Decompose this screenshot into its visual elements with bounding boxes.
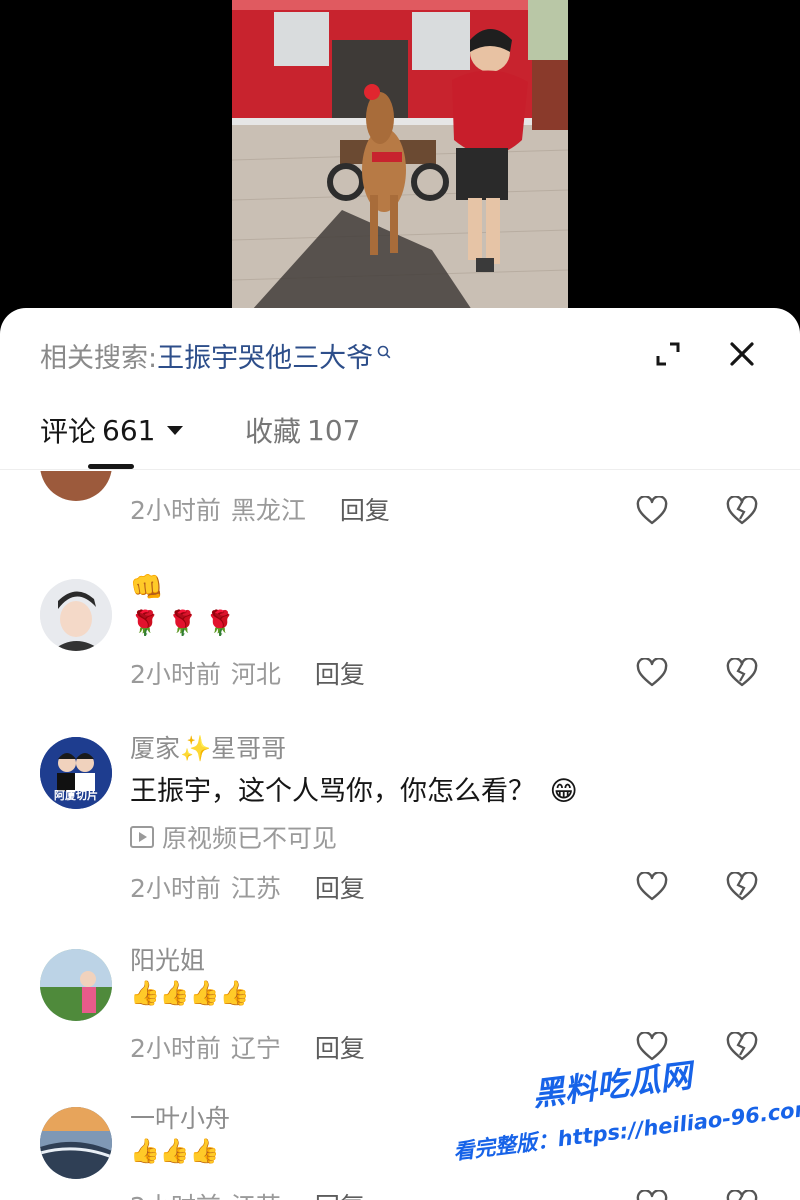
reply-button[interactable]: 回复 — [315, 655, 365, 691]
dislike-button[interactable] — [722, 653, 762, 693]
comment-location: 辽宁 — [230, 1034, 281, 1063]
related-search-query[interactable]: 王振宇哭他三大爷 — [157, 336, 373, 375]
tab-active-indicator — [88, 464, 134, 469]
comment-sheet: 相关搜索: 王振宇哭他三大爷 评论 661 收藏 107 2小时前 黑龙江 回复… — [0, 308, 800, 1200]
comment-time: 2小时前 — [130, 1187, 221, 1200]
tab-comments-count: 661 — [102, 413, 156, 447]
dislike-button[interactable] — [722, 1027, 762, 1067]
heart-icon — [636, 872, 668, 901]
comment-location: 江苏 — [230, 874, 281, 903]
like-button[interactable] — [632, 1185, 672, 1200]
comment-item: 👊 🌹 🌹 🌹 2小时前 河北 回复 — [0, 571, 800, 721]
sparkle-icon: ✨ — [180, 734, 212, 763]
comment-text: 王振宇，这个人骂你，你怎么看？ 😁 — [130, 769, 578, 808]
comment-meta: 2小时前 河北 回复 — [130, 655, 365, 691]
tab-comments-label: 评论 — [40, 415, 97, 448]
tab-favorites[interactable]: 收藏 107 — [245, 410, 360, 450]
comment-item: 一叶小舟 👍👍👍 2小时前 江苏 回复 — [0, 1099, 800, 1200]
comment-meta: 2小时前 江苏 回复 — [130, 869, 365, 905]
comment-username: 厦家✨星哥哥 — [130, 729, 286, 765]
video-scene-image — [232, 0, 568, 310]
heart-icon — [636, 1032, 668, 1061]
comment-text: 👍👍👍👍 — [130, 979, 250, 1007]
sheet-header: 相关搜索: 王振宇哭他三大爷 — [0, 308, 800, 398]
broken-heart-icon — [726, 496, 758, 525]
expand-icon — [656, 342, 680, 366]
heart-icon — [636, 496, 668, 525]
reply-button[interactable]: 回复 — [315, 1187, 365, 1200]
avatar[interactable] — [40, 579, 112, 651]
expand-button[interactable] — [648, 334, 688, 374]
comment-meta: 2小时前 辽宁 回复 — [130, 1029, 365, 1065]
tab-favorites-label: 收藏 — [245, 415, 302, 448]
dislike-button[interactable] — [722, 1185, 762, 1200]
caret-down-icon[interactable] — [167, 425, 184, 435]
like-button[interactable] — [632, 867, 672, 907]
heart-icon — [636, 1190, 668, 1200]
avatar[interactable]: 阿厦切片 — [40, 737, 112, 809]
comment-time: 2小时前 — [130, 874, 221, 903]
comment-item: 👍👍👍 2小时前 黑龙江 回复 — [0, 471, 800, 541]
play-box-icon — [130, 826, 154, 848]
username-suffix: 星哥哥 — [211, 734, 287, 763]
comment-text: 👊 — [130, 572, 164, 603]
avatar-label: 阿厦切片 — [54, 789, 98, 802]
comment-location: 江苏 — [231, 1187, 281, 1200]
comment-location: 河北 — [230, 660, 281, 689]
reply-button[interactable]: 回复 — [315, 1029, 365, 1065]
avatar[interactable] — [40, 949, 112, 1021]
comment-meta: 2小时前 黑龙江 回复 — [130, 491, 390, 527]
broken-heart-icon — [726, 1032, 758, 1061]
video-player[interactable] — [0, 0, 800, 330]
avatar[interactable] — [40, 1107, 112, 1179]
like-button[interactable] — [632, 491, 672, 531]
search-icon[interactable] — [377, 335, 391, 366]
broken-heart-icon — [726, 872, 758, 901]
related-search-label: 相关搜索: — [40, 343, 158, 374]
sheet-tabs: 评论 661 收藏 107 — [0, 398, 800, 470]
comment-username: 阳光姐 — [130, 946, 206, 975]
video-frame — [232, 0, 568, 310]
note-text: 原视频已不可见 — [162, 824, 338, 853]
comment-time: 2小时前 — [130, 660, 221, 689]
tab-favorites-count: 107 — [307, 413, 361, 447]
avatar[interactable] — [40, 471, 112, 501]
like-button[interactable] — [632, 1027, 672, 1067]
related-search[interactable]: 相关搜索: 王振宇哭他三大爷 — [40, 336, 391, 375]
comment-item: 阳光姐 👍👍👍👍 2小时前 辽宁 回复 — [0, 941, 800, 1091]
comment-text-line2: 🌹 🌹 🌹 — [130, 609, 235, 637]
comment-list[interactable]: 👍👍👍 2小时前 黑龙江 回复 👊 🌹 🌹 🌹 2小时前 河北 — [0, 471, 800, 1200]
broken-heart-icon — [726, 658, 758, 687]
comment-time: 2小时前 — [130, 1034, 221, 1063]
comment-username: 一叶小舟 — [130, 1104, 231, 1133]
broken-heart-icon — [726, 1190, 758, 1200]
like-button[interactable] — [632, 653, 672, 693]
reply-button[interactable]: 回复 — [340, 491, 390, 527]
comment-time: 2小时前 — [130, 496, 221, 525]
dislike-button[interactable] — [722, 867, 762, 907]
heart-icon — [636, 658, 668, 687]
comment-item: 阿厦切片 厦家✨星哥哥 王振宇，这个人骂你，你怎么看？ 😁 原视频已不可见 2小… — [0, 729, 800, 919]
grin-emoji: 😁 — [549, 776, 578, 807]
tab-comments[interactable]: 评论 661 — [40, 410, 184, 450]
reply-button[interactable]: 回复 — [315, 869, 365, 905]
username-prefix: 厦家 — [130, 734, 181, 763]
comment-body: 王振宇，这个人骂你，你怎么看？ — [130, 776, 535, 807]
dislike-button[interactable] — [722, 491, 762, 531]
comment-text: 👍👍👍 — [130, 1137, 220, 1165]
comment-location: 黑龙江 — [230, 496, 306, 525]
close-button[interactable] — [722, 334, 762, 374]
video-unavailable-note: 原视频已不可见 — [130, 819, 337, 855]
comment-meta: 2小时前 江苏 回复 — [130, 1187, 365, 1200]
close-icon — [730, 342, 754, 366]
